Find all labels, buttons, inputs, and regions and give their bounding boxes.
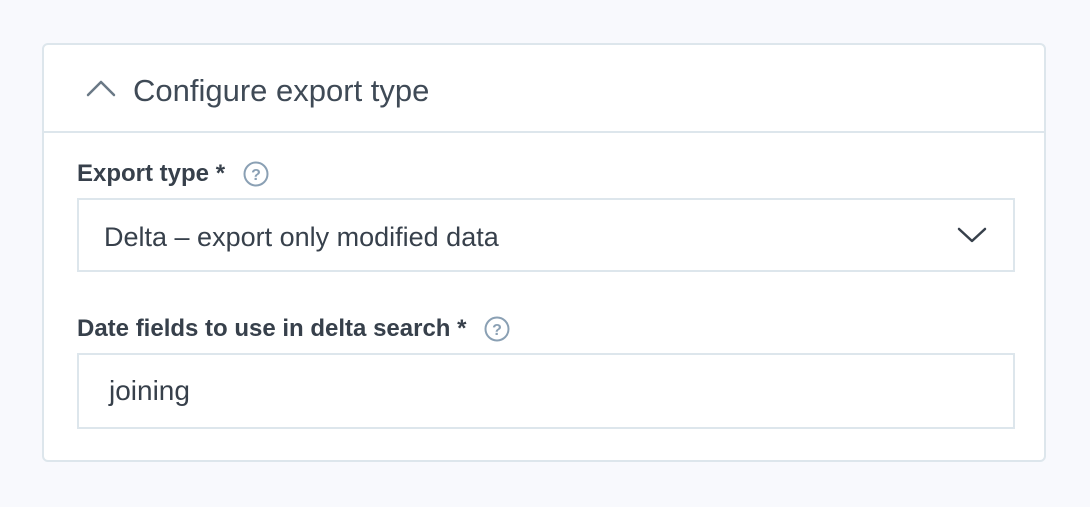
date-fields-label: Date fields to use in delta search * [77, 315, 467, 342]
export-type-selected-value: Delta – export only modified data [104, 222, 499, 252]
export-type-select[interactable]: Delta – export only modified data [77, 198, 1015, 272]
date-fields-input-value: joining [109, 375, 190, 406]
question-circle-icon[interactable]: ? [484, 316, 510, 342]
chevron-down-icon [957, 227, 987, 243]
panel-header[interactable]: Configure export type [44, 45, 1044, 133]
collapse-toggle[interactable] [84, 73, 118, 103]
svg-text:?: ? [251, 167, 261, 184]
export-type-label-row: Export type * ? [77, 160, 269, 188]
export-type-label: Export type * [77, 160, 226, 187]
question-circle-icon[interactable]: ? [243, 161, 269, 187]
panel-title: Configure export type [133, 73, 430, 108]
export-config-panel: Configure export type Export type * ? De… [42, 43, 1046, 462]
chevron-up-icon [86, 80, 116, 97]
date-fields-label-row: Date fields to use in delta search * ? [77, 315, 510, 343]
date-fields-input[interactable]: joining [77, 353, 1015, 429]
svg-text:?: ? [493, 322, 503, 339]
